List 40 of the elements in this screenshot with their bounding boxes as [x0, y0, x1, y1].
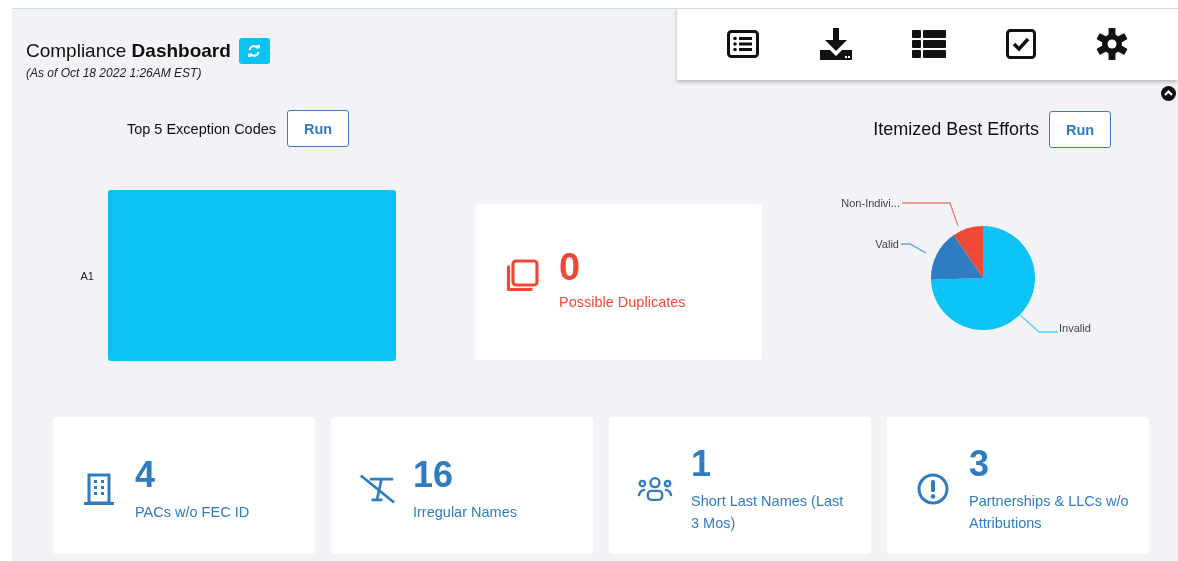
metric-count: 16: [413, 454, 455, 495]
timestamp-subtitle: (As of Oct 18 2022 1:26AM EST): [26, 66, 203, 80]
metric-card[interactable]: 3 Partnerships & LLCs w/o Attributions: [887, 417, 1149, 554]
leader-line: [901, 202, 959, 227]
run-button[interactable]: Run: [287, 110, 350, 147]
slice-label: Non-Indivi...: [841, 197, 900, 209]
metric-label: Partnerships & LLCs w/o Attributions: [969, 491, 1130, 533]
building-icon: [84, 472, 114, 505]
metric-count: 3: [969, 443, 991, 484]
metric-count: 1: [691, 443, 713, 484]
dashboard-title: Compliance Dashboard: [26, 39, 231, 63]
metric-label: Short Last Names (Last 3 Mos): [691, 491, 845, 533]
collapse-icon[interactable]: [1161, 86, 1176, 101]
chart-title: Itemized Best Efforts: [873, 119, 1039, 140]
refresh-icon: [247, 44, 262, 58]
alert-icon: [917, 472, 949, 505]
metric-label: PACs w/o FEC ID: [135, 502, 250, 522]
category-label: A1: [80, 269, 94, 282]
duplicates-card[interactable]: 0 Possible Duplicates: [475, 204, 762, 360]
checkbox-icon[interactable]: [1006, 29, 1037, 59]
settings-icon[interactable]: [1096, 28, 1129, 60]
list-icon[interactable]: [726, 30, 759, 58]
metric-card[interactable]: 1 Short Last Names (Last 3 Mos): [609, 417, 871, 554]
text-off-icon: [359, 472, 395, 505]
run-button[interactable]: Run: [1049, 111, 1111, 148]
chart-title: Top 5 Exception Codes: [126, 120, 277, 137]
slice-label: Invalid: [1059, 322, 1091, 334]
slice-label: Valid: [875, 238, 899, 250]
leader-line: [900, 243, 927, 254]
duplicates-count: 0: [559, 246, 582, 288]
leader-line: [1019, 314, 1059, 333]
copy-icon: [505, 259, 539, 293]
duplicates-label: Possible Duplicates: [559, 294, 686, 310]
metric-card[interactable]: 16 Irregular Names: [331, 417, 593, 554]
metric-label: Irregular Names: [413, 502, 517, 522]
table-list-icon[interactable]: [912, 30, 947, 58]
metric-count: 4: [135, 454, 157, 495]
download-icon[interactable]: [818, 28, 853, 60]
people-icon: [637, 474, 673, 503]
metric-card[interactable]: 4 PACs w/o FEC ID: [53, 417, 315, 554]
